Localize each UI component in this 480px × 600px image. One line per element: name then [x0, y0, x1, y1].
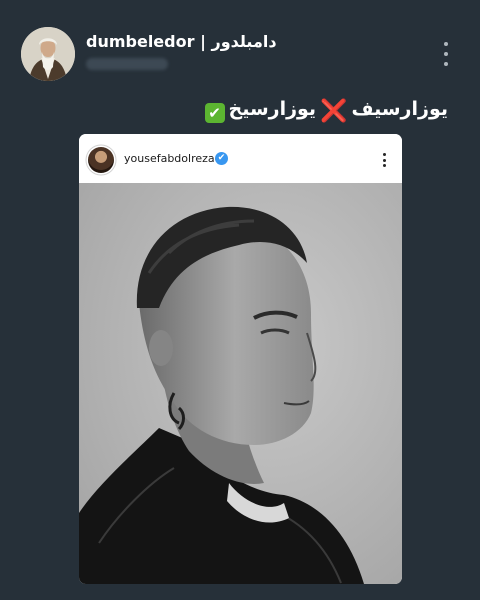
tweet-post: dumbeledor | دامبلدور یوزارسیف❌یوزارسیخ✔…: [0, 0, 480, 600]
embedded-post-header: yousefabdolrezaei ✔: [79, 134, 402, 183]
embedded-post-more-icon[interactable]: [380, 153, 388, 167]
more-options-icon[interactable]: [438, 42, 454, 66]
embedded-post-photo: [79, 183, 402, 584]
tweet-text: یوزارسیف❌یوزارسیخ✔: [204, 98, 448, 124]
embedded-instagram-post[interactable]: yousefabdolrezaei ✔: [79, 134, 402, 584]
author-handle-blurred: [86, 58, 168, 70]
author-display-name[interactable]: dumbeledor | دامبلدور: [86, 32, 277, 51]
author-avatar-image: [21, 27, 75, 81]
tweet-right-word: یوزارسیخ: [228, 98, 317, 120]
cross-mark-icon: ❌: [320, 99, 348, 124]
author-avatar[interactable]: [21, 27, 75, 81]
check-mark-icon: ✔: [204, 103, 225, 123]
verified-badge-icon: ✔: [215, 152, 228, 165]
embedded-post-username[interactable]: yousefabdolrezaei: [124, 152, 224, 165]
tweet-wrong-word: یوزارسیف: [351, 98, 448, 120]
embedded-post-avatar[interactable]: [88, 147, 114, 173]
